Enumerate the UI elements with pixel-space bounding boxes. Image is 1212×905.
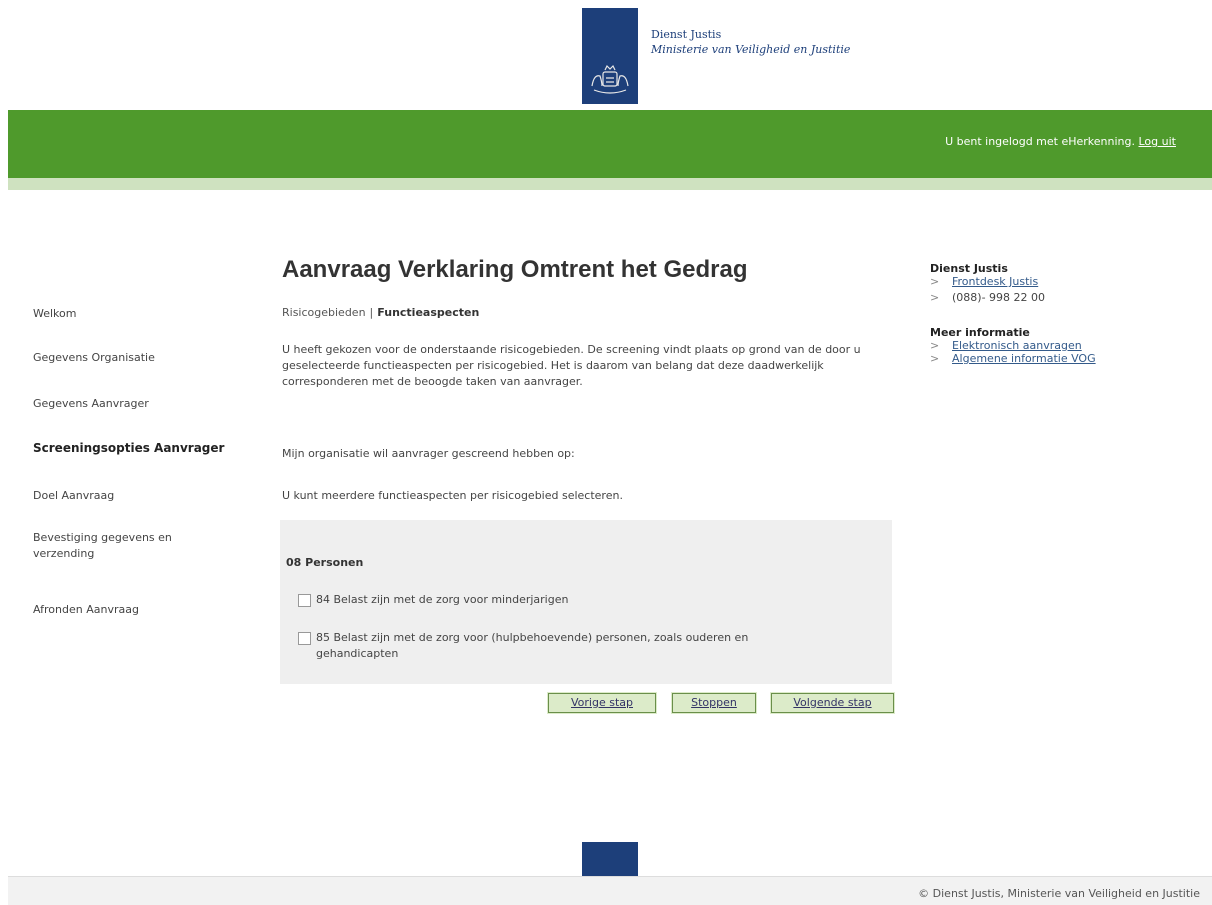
stop-button[interactable]: Stoppen	[671, 692, 757, 714]
frontdesk-item: > Frontdesk Justis	[930, 275, 1180, 288]
checkbox-85[interactable]	[298, 632, 311, 645]
option-label-84[interactable]: 84 Belast zijn met de zorg voor minderja…	[316, 592, 568, 608]
chevron-right-icon: >	[930, 291, 940, 304]
logo-text: Dienst Justis Ministerie van Veiligheid …	[651, 27, 850, 57]
sidebar-item-screeningsopties[interactable]: Screeningsopties Aanvrager	[33, 440, 263, 456]
options-panel: 08 Personen 84 Belast zijn met de zorg v…	[280, 520, 892, 684]
info-sidebar: Dienst Justis > Frontdesk Justis > (088)- …	[930, 262, 1180, 365]
page-title: Aanvraag Verklaring Omtrent het Gedrag	[282, 256, 748, 283]
option-row-85: 85 Belast zijn met de zorg voor (hulpbeh…	[298, 630, 818, 662]
login-status-text: U bent ingelogd met eHerkenning.	[945, 135, 1135, 148]
next-step-button[interactable]: Volgende stap	[770, 692, 895, 714]
breadcrumb-risicogebieden[interactable]: Risicogebieden	[282, 306, 366, 319]
option-label-85[interactable]: 85 Belast zijn met de zorg voor (hulpbeh…	[316, 630, 816, 662]
phone-item: > (088)- 998 22 00	[930, 291, 1180, 304]
logout-link[interactable]: Log uit	[1139, 135, 1177, 148]
screening-text: Mijn organisatie wil aanvrager gescreend…	[282, 447, 575, 460]
breadcrumb-current: Functieaspecten	[377, 306, 480, 319]
sidebar-item-afronden[interactable]: Afronden Aanvraag	[33, 602, 263, 618]
copyright-text: © Dienst Justis, Ministerie van Veilighe…	[918, 887, 1200, 900]
breadcrumb: Risicogebieden | Functieaspecten	[282, 306, 479, 319]
sidebar-item-gegevens-aanvrager[interactable]: Gegevens Aanvrager	[33, 396, 263, 412]
chevron-right-icon: >	[930, 339, 940, 352]
rijksoverheid-logo	[582, 8, 638, 104]
section-heading: 08 Personen	[286, 556, 364, 569]
sidebar-item-welkom[interactable]: Welkom	[33, 306, 263, 322]
prev-step-button[interactable]: Vorige stap	[547, 692, 657, 714]
info-heading: Meer informatie	[930, 326, 1030, 339]
chevron-right-icon: >	[930, 352, 940, 365]
frontdesk-link[interactable]: Frontdesk Justis	[952, 275, 1038, 288]
phone-number: (088)- 998 22 00	[952, 291, 1046, 304]
footer-logo-block	[582, 842, 638, 878]
sidebar-item-bevestiging[interactable]: Bevestiging gegevens en verzending	[33, 530, 233, 562]
checkbox-84[interactable]	[298, 594, 311, 607]
contact-heading: Dienst Justis	[930, 262, 1008, 275]
breadcrumb-separator: |	[369, 306, 374, 319]
crest-icon	[591, 64, 629, 94]
elektronisch-aanvragen-link[interactable]: Elektronisch aanvragen	[952, 339, 1082, 352]
header-bar-shadow	[8, 178, 1212, 190]
option-row-84: 84 Belast zijn met de zorg voor minderja…	[298, 592, 568, 608]
org-subtitle: Ministerie van Veiligheid en Justitie	[651, 43, 851, 56]
info-item: > Algemene informatie VOG	[930, 352, 1180, 365]
sidebar-item-gegevens-organisatie[interactable]: Gegevens Organisatie	[33, 350, 263, 366]
chevron-right-icon: >	[930, 275, 940, 288]
intro-text: U heeft gekozen voor de onderstaande ris…	[282, 343, 861, 388]
login-status: U bent ingelogd met eHerkenning. Log uit	[945, 135, 1176, 148]
info-item: > Elektronisch aanvragen	[930, 339, 1180, 352]
sidebar-item-doel-aanvraag[interactable]: Doel Aanvraag	[33, 488, 263, 504]
multi-select-hint: U kunt meerdere functieaspecten per risi…	[282, 489, 623, 502]
algemene-informatie-link[interactable]: Algemene informatie VOG	[952, 352, 1096, 365]
org-name: Dienst Justis	[651, 28, 722, 41]
